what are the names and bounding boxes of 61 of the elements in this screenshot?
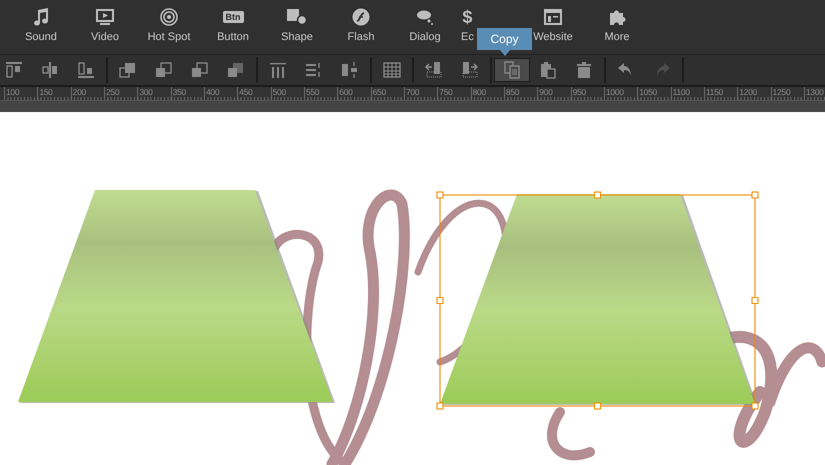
music-note-icon [33, 8, 49, 26]
flash-icon [352, 8, 370, 26]
toolbar-button[interactable]: Shape [281, 0, 313, 44]
ruler-label: 1150 [704, 87, 738, 100]
ruler-label: 200 [70, 87, 104, 100]
move-in-icon [424, 61, 444, 79]
ruler-label: 650 [370, 87, 404, 100]
ruler-label: 250 [104, 87, 138, 100]
ruler-label: 150 [37, 87, 71, 100]
distribute-icon [268, 61, 288, 79]
ruler-label: 1100 [670, 87, 704, 100]
ruler-label: 1200 [737, 87, 771, 100]
bring-front-icon [118, 61, 138, 79]
move-out-icon [460, 61, 480, 79]
ruler-label: 350 [170, 87, 204, 100]
paste-icon [538, 61, 558, 79]
ruler-label: 1300 [804, 87, 825, 100]
toolbar-button[interactable]: Video [91, 0, 119, 44]
align-top-icon [4, 61, 24, 79]
puzzle-icon [608, 8, 626, 26]
ruler-label: 950 [570, 87, 604, 100]
shapes-icon [287, 9, 307, 25]
toolbar-button[interactable]: Dialog [409, 0, 441, 44]
toolbar-button[interactable]: Btn Button [217, 0, 249, 44]
toolbar-button[interactable]: Sound [25, 0, 57, 44]
ruler-label: 300 [137, 87, 171, 100]
align-middle-icon [40, 61, 60, 79]
ruler-label: 750 [437, 87, 471, 100]
toolbar-button[interactable]: Hot Spot [148, 0, 190, 44]
window-icon [544, 9, 562, 25]
ruler-label: 600 [337, 87, 371, 100]
toolbar-button[interactable]: $ Ec [461, 0, 474, 44]
button-badge-icon: Btn [222, 11, 244, 23]
delete-icon [574, 61, 594, 79]
toolbar-button[interactable]: More [604, 0, 630, 44]
ruler-label: 550 [304, 87, 338, 100]
ruler-label: 1050 [637, 87, 671, 100]
grid-icon [382, 61, 402, 79]
ruler-label: 450 [237, 87, 271, 100]
align-bottom-icon [76, 61, 96, 79]
toolbar-button[interactable]: Website [533, 0, 573, 44]
resize-icon [340, 61, 360, 79]
target-icon [160, 8, 178, 26]
ruler-label: 800 [470, 87, 504, 100]
dollar-icon: $ [462, 8, 472, 26]
ruler-label: 700 [404, 87, 438, 100]
ruler-label: 1250 [770, 87, 804, 100]
ruler-label: 900 [537, 87, 571, 100]
send-backward-icon [190, 61, 210, 79]
copy-icon [502, 61, 522, 79]
ruler-label: 400 [204, 87, 238, 100]
bring-forward-icon [154, 61, 174, 79]
ruler-label: 100 [4, 87, 38, 100]
send-back-icon [226, 61, 246, 79]
ruler-label: 850 [504, 87, 538, 100]
copy-button[interactable] [494, 58, 530, 82]
ruler-label: 1000 [604, 87, 638, 100]
cloud-icon [416, 9, 434, 25]
ruler-label: 500 [270, 87, 304, 100]
monitor-icon [96, 8, 114, 26]
toolbar-button[interactable]: Flash [348, 0, 374, 44]
